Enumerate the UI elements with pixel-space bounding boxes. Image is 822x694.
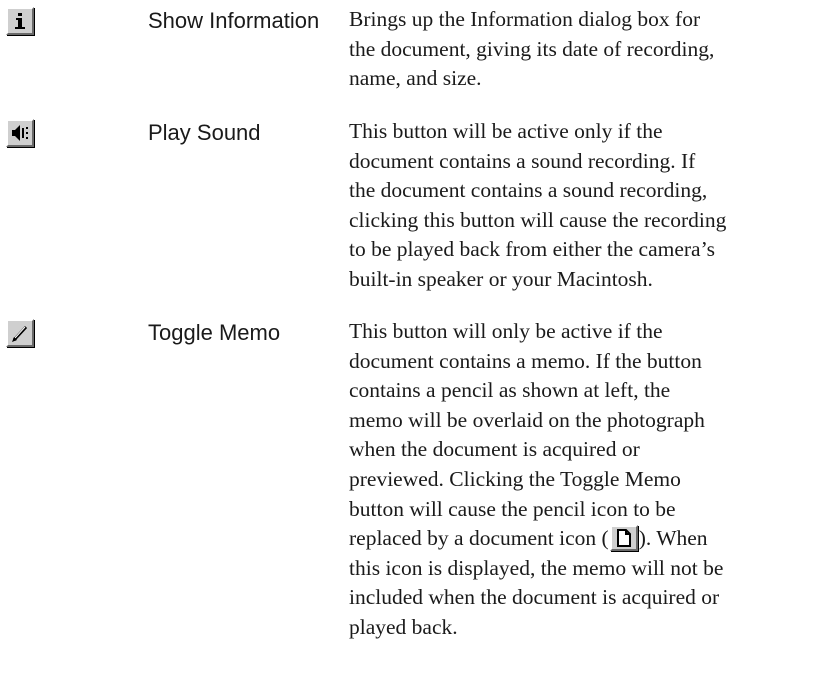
pencil-icon[interactable] xyxy=(6,319,34,347)
inline-icon-line: replaced by a document icon (). When xyxy=(349,525,708,552)
item-description: Brings up the Information dialog box for… xyxy=(349,7,715,91)
item-label: Toggle Memo xyxy=(148,320,281,345)
item-label: Show Information xyxy=(148,8,320,33)
item-label: Play Sound xyxy=(148,120,261,145)
item-description: This button will be active only if the d… xyxy=(349,119,727,291)
document-icon xyxy=(609,525,638,552)
item-description: This button will only be active if the d… xyxy=(349,317,822,643)
speaker-icon[interactable] xyxy=(6,119,34,147)
info-icon[interactable] xyxy=(6,7,34,35)
